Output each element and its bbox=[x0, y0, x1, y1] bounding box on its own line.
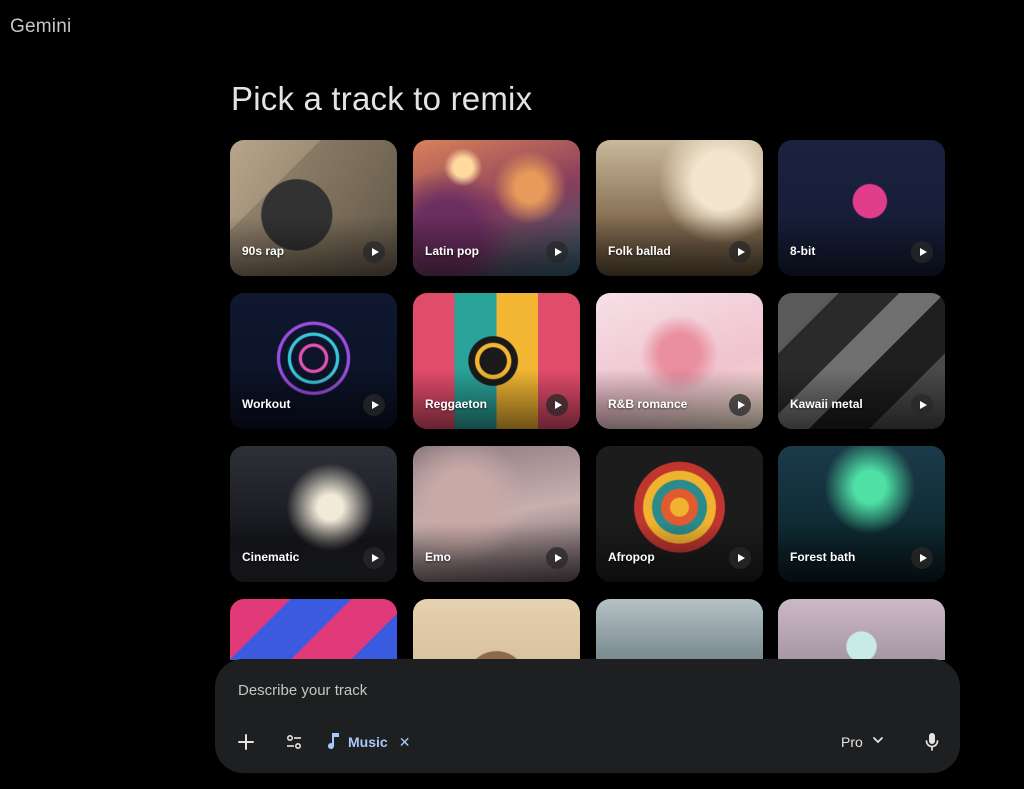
track-label: Cinematic bbox=[242, 550, 300, 564]
track-grid: 90s rap Latin pop Folk ballad 8-bit Work… bbox=[230, 140, 946, 660]
play-icon[interactable] bbox=[729, 241, 751, 263]
track-card[interactable] bbox=[778, 599, 945, 660]
track-artwork bbox=[230, 599, 397, 660]
play-icon[interactable] bbox=[546, 394, 568, 416]
track-card-8-bit[interactable]: 8-bit bbox=[778, 140, 945, 276]
play-icon[interactable] bbox=[729, 394, 751, 416]
track-card[interactable] bbox=[230, 599, 397, 660]
plus-icon[interactable] bbox=[233, 729, 259, 755]
model-selector[interactable]: Pro bbox=[841, 729, 885, 755]
track-card-cinematic[interactable]: Cinematic bbox=[230, 446, 397, 582]
play-icon[interactable] bbox=[363, 394, 385, 416]
track-label: Emo bbox=[425, 550, 452, 564]
music-chip[interactable]: Music ✕ bbox=[327, 729, 410, 755]
track-card-forest-bath[interactable]: Forest bath bbox=[778, 446, 945, 582]
track-artwork bbox=[413, 599, 580, 660]
play-icon[interactable] bbox=[546, 241, 568, 263]
app-title[interactable]: Gemini bbox=[10, 16, 71, 38]
track-label: Kawaii metal bbox=[790, 397, 863, 411]
prompt-box[interactable]: Describe your track Music ✕ Pro bbox=[215, 659, 960, 773]
mic-icon[interactable] bbox=[919, 729, 945, 755]
play-icon[interactable] bbox=[363, 547, 385, 569]
track-card-latin-pop[interactable]: Latin pop bbox=[413, 140, 580, 276]
track-card-reggaeton[interactable]: Reggaeton bbox=[413, 293, 580, 429]
track-artwork bbox=[778, 599, 945, 660]
track-label: 90s rap bbox=[242, 244, 285, 258]
play-icon[interactable] bbox=[546, 547, 568, 569]
track-card-kawaii-metal[interactable]: Kawaii metal bbox=[778, 293, 945, 429]
track-card-rnb-romance[interactable]: R&B romance bbox=[596, 293, 763, 429]
track-label: R&B romance bbox=[608, 397, 688, 411]
track-label: 8-bit bbox=[790, 244, 816, 258]
music-chip-label: Music bbox=[348, 734, 388, 750]
track-label: Folk ballad bbox=[608, 244, 671, 258]
track-label: Latin pop bbox=[425, 244, 479, 258]
play-icon[interactable] bbox=[363, 241, 385, 263]
track-card-workout[interactable]: Workout bbox=[230, 293, 397, 429]
play-icon[interactable] bbox=[911, 241, 933, 263]
close-icon[interactable]: ✕ bbox=[399, 734, 411, 751]
track-label: Workout bbox=[242, 397, 291, 411]
track-card-90s-rap[interactable]: 90s rap bbox=[230, 140, 397, 276]
prompt-input[interactable]: Describe your track bbox=[238, 682, 367, 699]
track-card[interactable] bbox=[413, 599, 580, 660]
track-label: Forest bath bbox=[790, 550, 856, 564]
music-note-icon bbox=[327, 731, 341, 754]
play-icon[interactable] bbox=[911, 394, 933, 416]
track-card-folk-ballad[interactable]: Folk ballad bbox=[596, 140, 763, 276]
track-card-afropop[interactable]: Afropop bbox=[596, 446, 763, 582]
play-icon[interactable] bbox=[729, 547, 751, 569]
track-label: Reggaeton bbox=[425, 397, 488, 411]
track-artwork bbox=[596, 599, 763, 660]
play-icon[interactable] bbox=[911, 547, 933, 569]
page-title: Pick a track to remix bbox=[231, 80, 533, 117]
track-label: Afropop bbox=[608, 550, 655, 564]
chevron-down-icon bbox=[871, 733, 885, 752]
track-card[interactable] bbox=[596, 599, 763, 660]
sliders-icon[interactable] bbox=[281, 729, 307, 755]
track-card-emo[interactable]: Emo bbox=[413, 446, 580, 582]
model-label: Pro bbox=[841, 734, 863, 750]
